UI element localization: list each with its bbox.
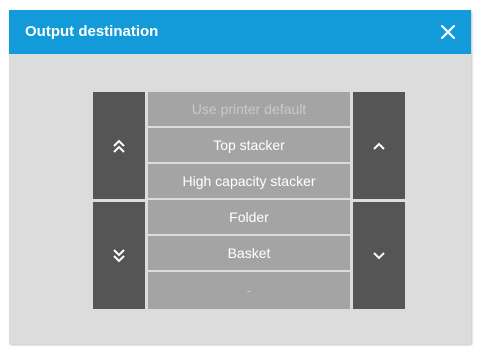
destination-selector: Use printer default Top stacker High cap… [93, 92, 405, 309]
list-item-basket[interactable]: Basket [148, 236, 350, 270]
list-item-use-printer-default: Use printer default [148, 92, 350, 126]
dialog-titlebar: Output destination [9, 10, 471, 54]
output-destination-dialog: Output destination Use printer default T… [9, 10, 471, 344]
chevron-up-icon [373, 142, 385, 150]
close-icon [440, 24, 456, 40]
chevron-down-icon [373, 251, 385, 259]
destination-list: Use printer default Top stacker High cap… [148, 92, 350, 309]
page-down-button[interactable] [93, 202, 145, 309]
close-button[interactable] [435, 19, 461, 45]
list-item-high-capacity-stacker[interactable]: High capacity stacker [148, 164, 350, 198]
dialog-title: Output destination [25, 23, 159, 40]
page-up-button[interactable] [93, 92, 145, 199]
double-chevron-down-icon [113, 248, 125, 262]
double-chevron-up-icon [113, 139, 125, 153]
list-item-empty: - [148, 272, 350, 309]
list-item-folder[interactable]: Folder [148, 200, 350, 234]
scroll-down-button[interactable] [353, 202, 405, 309]
list-item-top-stacker[interactable]: Top stacker [148, 128, 350, 162]
scroll-up-button[interactable] [353, 92, 405, 199]
